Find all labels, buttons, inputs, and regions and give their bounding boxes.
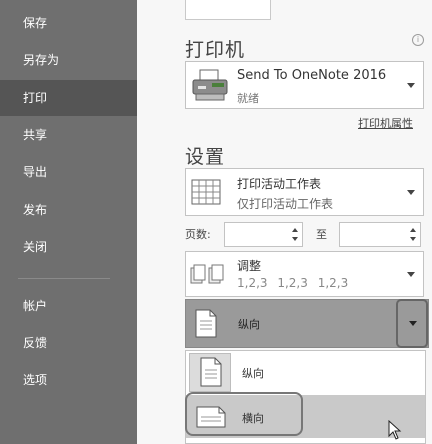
page-to-input[interactable]: [339, 222, 421, 247]
nav-item-print[interactable]: 打印: [0, 80, 137, 116]
collate-title: 调整: [237, 259, 262, 273]
printer-properties-link[interactable]: 打印机属性: [358, 115, 413, 131]
collate-dropdown[interactable]: 调整 1,2,3 1,2,3 1,2,3: [185, 251, 424, 297]
landscape-highlight-outline: [185, 392, 303, 436]
print-scope-subtitle: 仅打印活动工作表: [237, 197, 334, 211]
nav-item-account[interactable]: 帐户: [0, 288, 137, 324]
nav-item-feedback[interactable]: 反馈: [0, 325, 137, 361]
sheet-grid-icon: [191, 179, 221, 205]
orientation-dropdown[interactable]: 纵向: [185, 299, 429, 348]
printer-name: Send To OneNote 2016: [237, 68, 387, 83]
print-scope-title: 打印活动工作表: [237, 177, 322, 191]
nav-item-export[interactable]: 导出: [0, 154, 137, 190]
chevron-down-icon: [407, 83, 415, 88]
printer-dropdown[interactable]: Send To OneNote 2016 就绪: [185, 61, 424, 109]
nav-item-close[interactable]: 关闭: [0, 229, 137, 265]
copies-box[interactable]: [185, 0, 271, 20]
portrait-page-icon: [200, 357, 222, 387]
menu-item-portrait[interactable]: 纵向: [186, 351, 425, 394]
pages-label: 页数:: [185, 228, 211, 241]
spin-up-icon[interactable]: [292, 228, 298, 232]
settings-section-title: 设置: [185, 146, 226, 168]
spin-down-icon[interactable]: [292, 237, 298, 241]
collate-icon: [190, 264, 224, 284]
orientation-dropdown-button[interactable]: [396, 299, 428, 348]
nav-item-share[interactable]: 共享: [0, 117, 137, 153]
backstage-sidebar: 保存 另存为 打印 共享 导出 发布 关闭 帐户 反馈 选项: [0, 0, 137, 444]
nav-divider: [18, 278, 110, 279]
chevron-down-icon: [409, 321, 417, 326]
printer-icon: [192, 69, 228, 101]
print-scope-dropdown[interactable]: 打印活动工作表 仅打印活动工作表: [185, 168, 424, 216]
pages-to-label: 至: [316, 228, 327, 241]
orientation-selected-label: 纵向: [238, 318, 260, 331]
collate-subtitle: 1,2,3 1,2,3 1,2,3: [237, 276, 349, 290]
printer-section-title: 打印机: [185, 39, 246, 61]
mouse-cursor-icon: [388, 420, 402, 440]
nav-item-save-as[interactable]: 另存为: [0, 42, 137, 78]
nav-item-publish[interactable]: 发布: [0, 192, 137, 228]
spin-down-icon[interactable]: [410, 237, 416, 241]
portrait-page-icon: [195, 309, 217, 338]
nav-item-save[interactable]: 保存: [0, 5, 137, 41]
chevron-down-icon: [407, 190, 415, 195]
chevron-down-icon: [407, 272, 415, 277]
spin-up-icon[interactable]: [410, 228, 416, 232]
nav-item-options[interactable]: 选项: [0, 362, 137, 398]
page-from-input[interactable]: [224, 222, 303, 247]
info-icon[interactable]: i: [412, 34, 424, 46]
printer-status: 就绪: [237, 92, 259, 105]
menu-item-portrait-label: 纵向: [242, 367, 264, 380]
